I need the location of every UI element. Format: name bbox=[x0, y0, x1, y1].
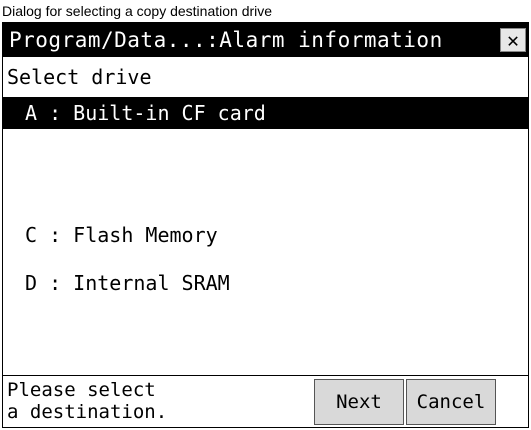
status-divider bbox=[3, 375, 528, 376]
dialog-title: Program/Data...:Alarm information bbox=[9, 28, 443, 52]
cancel-button[interactable]: Cancel bbox=[406, 379, 496, 425]
close-icon[interactable]: ✕ bbox=[500, 28, 526, 52]
select-drive-dialog: Program/Data...:Alarm information ✕ Sele… bbox=[2, 22, 529, 428]
status-message: Please select a destination. bbox=[7, 379, 168, 423]
drive-item-c[interactable]: C : Flash Memory bbox=[3, 219, 528, 251]
drive-item-d[interactable]: D : Internal SRAM bbox=[3, 267, 528, 299]
dialog-titlebar: Program/Data...:Alarm information ✕ bbox=[3, 23, 528, 57]
figure-caption: Dialog for selecting a copy destination … bbox=[2, 3, 273, 19]
drive-item-a[interactable]: A : Built-in CF card bbox=[3, 97, 528, 129]
select-drive-prompt: Select drive bbox=[7, 65, 152, 89]
next-button[interactable]: Next bbox=[314, 379, 404, 425]
